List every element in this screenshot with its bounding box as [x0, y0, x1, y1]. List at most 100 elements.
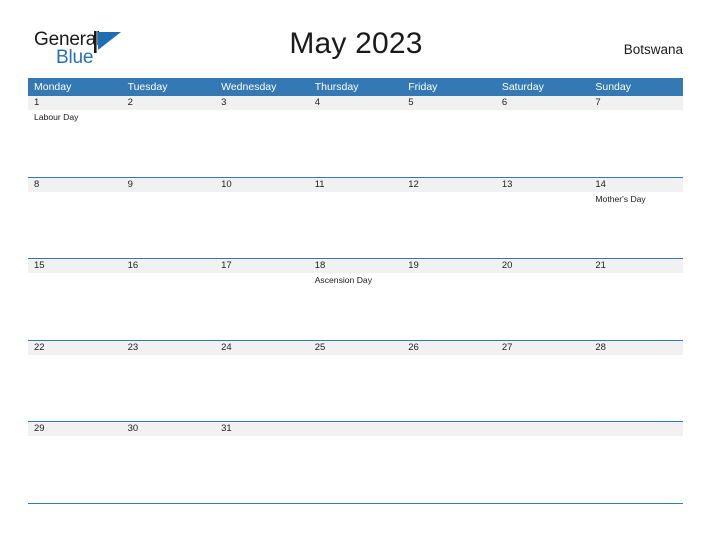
day-cell-12: [402, 192, 496, 259]
day-number-empty: [309, 422, 403, 436]
day-number-16[interactable]: 16: [122, 259, 216, 273]
day-cell-5: [402, 110, 496, 177]
day-number-row: 1234567: [28, 96, 683, 110]
weekday-header-thursday: Thursday: [314, 81, 359, 93]
day-cell-empty: [402, 436, 496, 503]
day-cell-26: [402, 355, 496, 422]
day-cell-31: [215, 436, 309, 503]
region-label: Botswana: [623, 42, 683, 57]
day-number-23[interactable]: 23: [122, 341, 216, 355]
day-cell-13: [496, 192, 590, 259]
calendar-bottom-rule: [28, 502, 683, 504]
weekday-header-friday: Friday: [408, 81, 438, 93]
day-cell-18[interactable]: Ascension Day: [309, 273, 403, 340]
day-number-30[interactable]: 30: [122, 422, 216, 436]
day-event-row: Mother's Day: [28, 191, 683, 259]
day-number-empty: [402, 422, 496, 436]
calendar-weeks: 1 2 3 4 5 6 7 Labour Day 8 9 10 11 12 13 14 Mother's Da…: [28, 96, 683, 503]
day-number-6[interactable]: 6: [496, 96, 590, 110]
day-number-19[interactable]: 19: [402, 259, 496, 273]
calendar-grid: Monday Tuesday Wednesday Thursday Friday Satu…: [28, 78, 683, 504]
day-number-17[interactable]: 17: [215, 259, 309, 273]
day-number-10[interactable]: 10: [215, 178, 309, 192]
day-number-18[interactable]: 18: [309, 259, 403, 273]
day-number-row: 22 23 24 25 26 27 28: [28, 340, 683, 355]
page-title: May 2023: [289, 27, 423, 60]
day-number-29[interactable]: 29: [28, 422, 122, 436]
day-number-row: 15 16 17 18 19 20 21: [28, 259, 683, 273]
calendar-week-row: 15 16 17 18 19 20 21 Ascension Day: [28, 258, 683, 340]
calendar-page: General Blue May 2023 Botswana Monday Tue…: [0, 0, 712, 550]
day-number-empty: [496, 422, 590, 436]
day-event-row: Ascension Day: [28, 273, 683, 340]
day-cell-20: [496, 273, 590, 340]
day-number-20[interactable]: 20: [496, 259, 590, 273]
day-cell-empty: [589, 436, 683, 503]
calendar-week-row: 22 23 24 25 26 27 28: [28, 339, 683, 422]
day-cell-22: [28, 355, 122, 422]
holiday-label: Mother's Day: [595, 193, 646, 204]
day-cell-29: [28, 436, 122, 503]
day-cell-17: [215, 273, 309, 340]
day-cell-1[interactable]: Labour Day: [28, 110, 122, 177]
day-number-row: 29 30 31: [28, 422, 683, 436]
day-cell-16: [122, 273, 216, 340]
day-cell-8: [28, 192, 122, 259]
day-cell-2: [122, 110, 216, 177]
day-number-27[interactable]: 27: [496, 341, 590, 355]
calendar-week-row: 1 2 3 4 5 6 7 Labour Day: [28, 96, 683, 177]
day-number-15[interactable]: 15: [28, 259, 122, 273]
day-cell-14[interactable]: Mother's Day: [589, 192, 683, 259]
day-number-1[interactable]: 1: [28, 96, 122, 110]
day-cell-3: [215, 110, 309, 177]
day-number-26[interactable]: 26: [402, 341, 496, 355]
day-cell-15: [28, 273, 122, 340]
day-cell-21: [589, 273, 683, 340]
day-number-11[interactable]: 11: [309, 178, 403, 192]
day-number-31[interactable]: 31: [215, 422, 309, 436]
day-number-14[interactable]: 14: [589, 178, 683, 192]
day-cell-9: [122, 192, 216, 259]
day-cell-28: [589, 355, 683, 422]
day-cell-19: [402, 273, 496, 340]
day-number-row: 8 9 10 11 12 13 14: [28, 177, 683, 192]
day-cell-30: [122, 436, 216, 503]
calendar-week-row: 29 30 31: [28, 421, 683, 503]
day-event-row: [28, 436, 683, 503]
weekday-header-row: Monday Tuesday Wednesday Thursday Friday Satu…: [28, 78, 683, 96]
day-number-4[interactable]: 4: [309, 96, 403, 110]
day-cell-empty: [496, 436, 590, 503]
day-number-empty: [589, 422, 683, 436]
day-cell-7: [589, 110, 683, 177]
day-number-8[interactable]: 8: [28, 178, 122, 192]
day-number-5[interactable]: 5: [402, 96, 496, 110]
holiday-label: Labour Day: [34, 112, 79, 122]
day-number-21[interactable]: 21: [589, 259, 683, 273]
day-number-9[interactable]: 9: [122, 178, 216, 192]
day-event-row: Labour Day: [28, 110, 683, 177]
holiday-label: Ascension Day: [314, 275, 373, 285]
day-cell-25: [309, 355, 403, 422]
day-event-row: [28, 354, 683, 422]
day-cell-10: [215, 192, 309, 259]
calendar-week-row: 8 9 10 11 12 13 14 Mother's Day: [28, 176, 683, 259]
day-number-24[interactable]: 24: [215, 341, 309, 355]
day-number-22[interactable]: 22: [28, 341, 122, 355]
day-number-2[interactable]: 2: [122, 96, 216, 110]
page-header: General Blue May 2023 Botswana: [0, 0, 712, 76]
day-cell-24: [215, 355, 309, 422]
weekday-header-monday: Monday: [34, 81, 72, 93]
day-number-3[interactable]: 3: [215, 96, 309, 110]
day-cell-empty: [309, 436, 403, 503]
weekday-header-saturday: Saturday: [501, 81, 544, 93]
day-cell-6: [496, 110, 590, 177]
day-number-7[interactable]: 7: [589, 96, 683, 110]
day-number-25[interactable]: 25: [309, 341, 403, 355]
day-number-13[interactable]: 13: [496, 178, 590, 192]
day-number-28[interactable]: 28: [589, 341, 683, 355]
weekday-header-tuesday: Tuesday: [127, 81, 168, 93]
day-number-12[interactable]: 12: [402, 178, 496, 192]
day-cell-27: [496, 355, 590, 422]
day-cell-11: [309, 192, 403, 259]
day-cell-4: [309, 110, 403, 177]
